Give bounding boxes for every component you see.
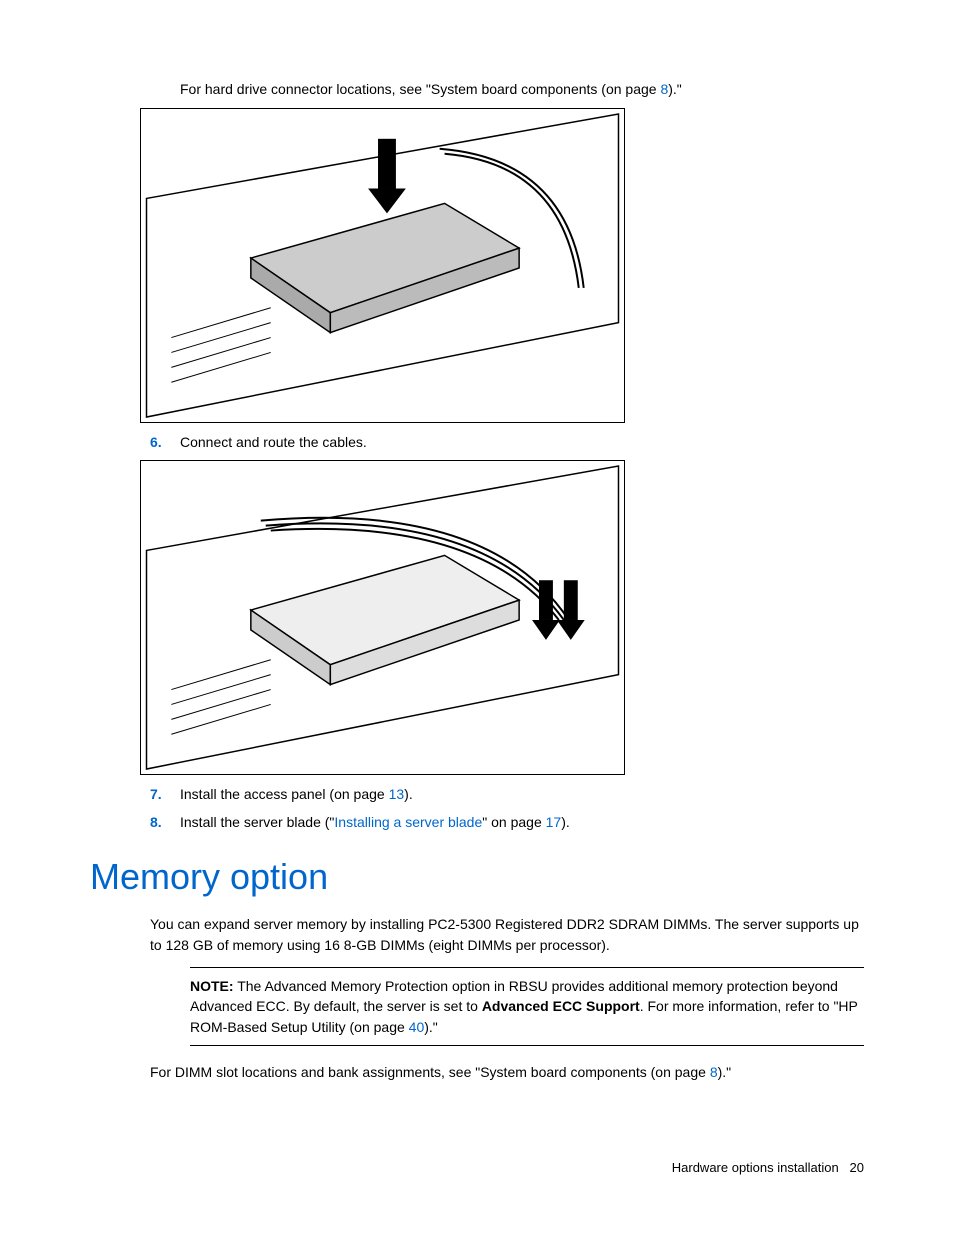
link-page-8b[interactable]: 8 (710, 1064, 718, 1080)
footer-section: Hardware options installation (672, 1160, 839, 1175)
heading-memory-option: Memory option (90, 856, 864, 898)
step-8-pre: Install the server blade (" (180, 814, 334, 830)
intro-pre: For hard drive connector locations, see … (180, 81, 660, 97)
step-6-num: 6. (150, 433, 180, 453)
page-footer: Hardware options installation 20 (672, 1160, 864, 1175)
memory-para-2: For DIMM slot locations and bank assignm… (150, 1062, 864, 1082)
step-7-text: Install the access panel (on page 13). (180, 785, 864, 805)
step-6: 6. Connect and route the cables. (150, 433, 864, 453)
drive-install-illustration (141, 109, 624, 422)
link-install-server-blade[interactable]: Installing a server blade (334, 814, 482, 830)
intro-text: For hard drive connector locations, see … (180, 80, 864, 100)
cable-routing-illustration (141, 461, 624, 774)
step-7: 7. Install the access panel (on page 13)… (150, 785, 864, 805)
step-8-post: ). (561, 814, 570, 830)
figure-cable-routing (140, 460, 625, 775)
note-label: NOTE: (190, 978, 234, 994)
note-post: )." (424, 1019, 438, 1035)
step-8-text: Install the server blade ("Installing a … (180, 813, 864, 833)
step-8-num: 8. (150, 813, 180, 833)
note-box: NOTE: The Advanced Memory Protection opt… (190, 967, 864, 1046)
link-page-13[interactable]: 13 (389, 786, 405, 802)
link-page-40[interactable]: 40 (409, 1019, 425, 1035)
para2-pre: For DIMM slot locations and bank assignm… (150, 1064, 710, 1080)
step-6-text: Connect and route the cables. (180, 433, 864, 453)
memory-para-1: You can expand server memory by installi… (150, 914, 864, 955)
para2-post: )." (718, 1064, 732, 1080)
step-7-num: 7. (150, 785, 180, 805)
step-7-pre: Install the access panel (on page (180, 786, 389, 802)
link-page-17[interactable]: 17 (546, 814, 562, 830)
intro-post: )." (668, 81, 682, 97)
step-8-mid: " on page (482, 814, 545, 830)
figure-drive-install (140, 108, 625, 423)
step-7-post: ). (404, 786, 413, 802)
note-bold: Advanced ECC Support (482, 998, 640, 1014)
footer-page: 20 (850, 1160, 864, 1175)
step-8: 8. Install the server blade ("Installing… (150, 813, 864, 833)
